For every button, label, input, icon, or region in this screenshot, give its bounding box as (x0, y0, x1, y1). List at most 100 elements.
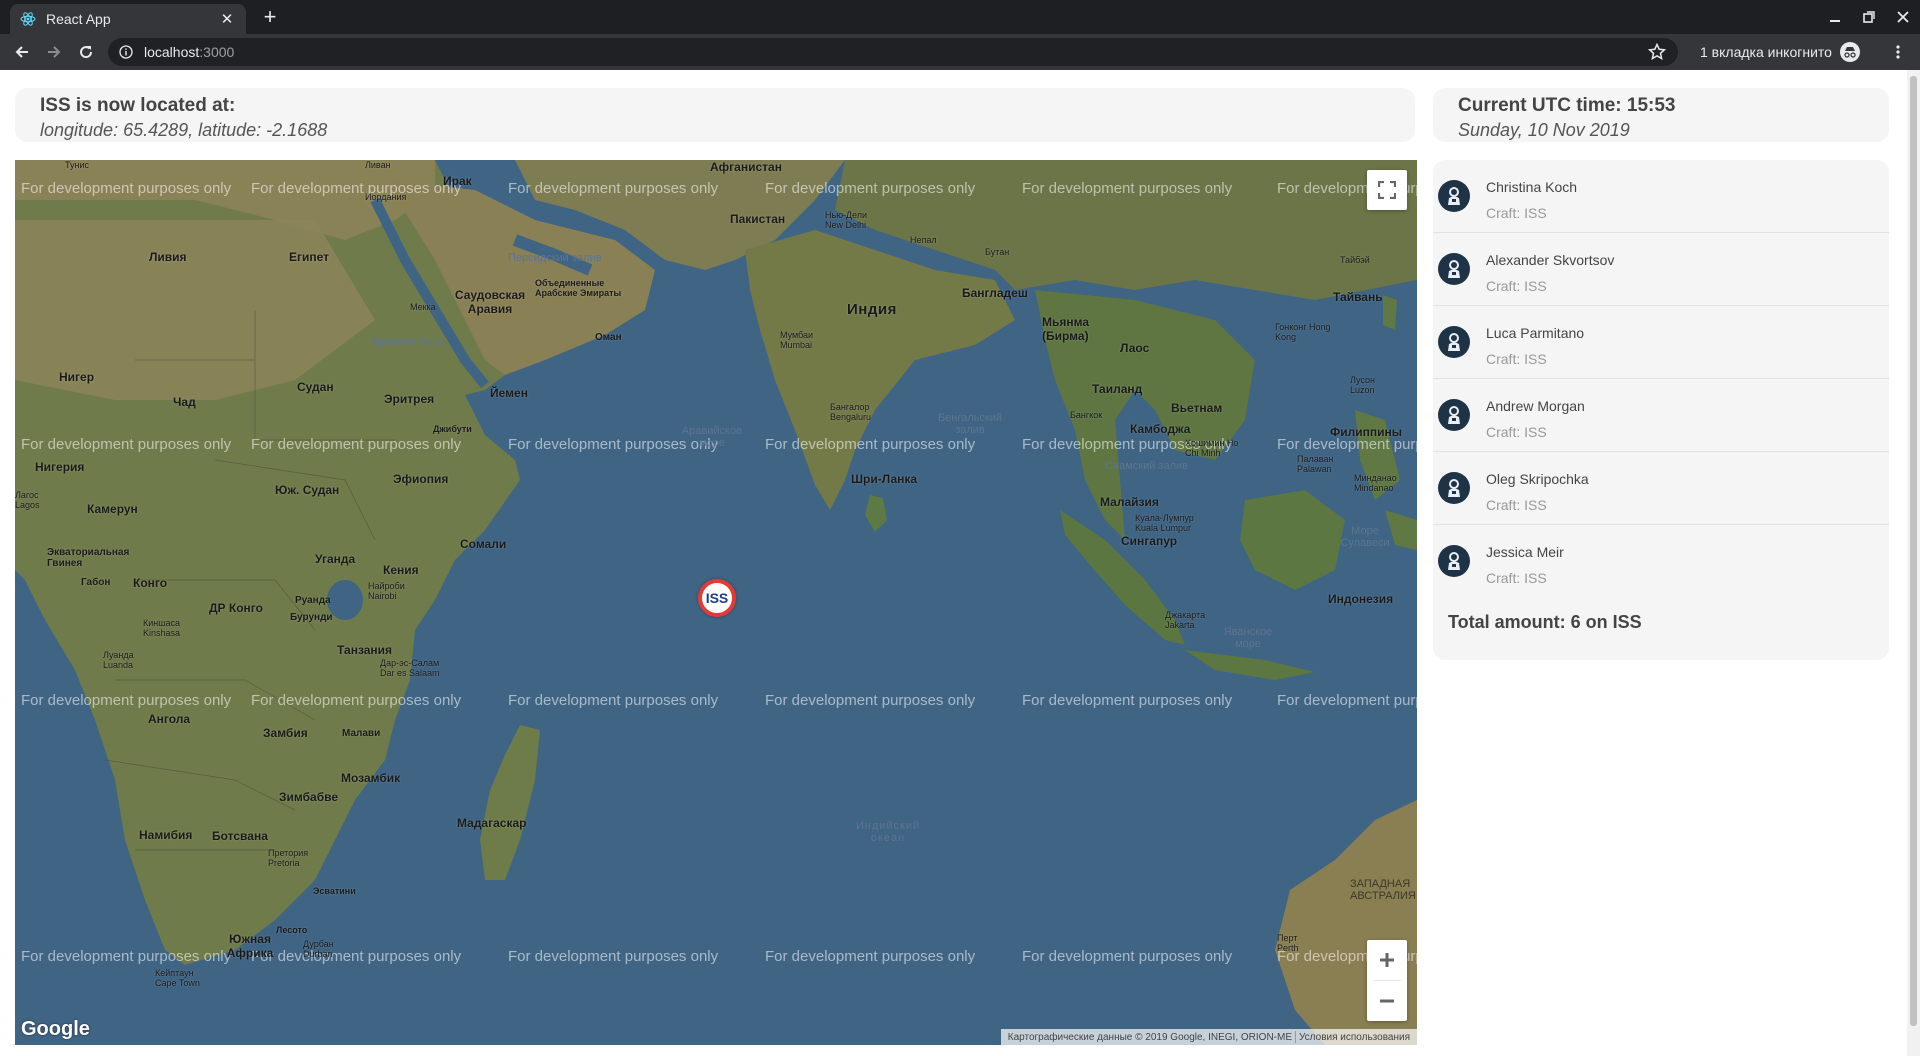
map-label: Камерун (87, 502, 138, 516)
map-label: Индийский океан (855, 820, 921, 844)
map-watermark: For development purposes only (765, 948, 976, 965)
map-label: Тунис (65, 160, 89, 170)
scrollbar-thumb[interactable] (1910, 76, 1917, 1026)
map-watermark: For development purposes only (765, 692, 976, 709)
map-label: Найроби Nairobi (368, 581, 405, 601)
astronaut-icon (1448, 479, 1460, 497)
map-label: Филиппины (1330, 425, 1402, 439)
zoom-out-button[interactable] (1367, 981, 1407, 1021)
map-label: Малави (342, 728, 381, 739)
map-label: Джибути (433, 424, 472, 434)
iss-coordinates: longitude: 65.4289, latitude: -2.1688 (40, 120, 328, 140)
map-label: Габон (81, 577, 111, 588)
bookmark-star-icon[interactable] (1647, 42, 1667, 61)
map-label: Руанда (295, 595, 331, 606)
browser-tab[interactable]: React App ✕ (10, 4, 246, 34)
map-label: Гонконг Hong Kong (1275, 322, 1331, 342)
map-label: Мумбаи Mumbai (780, 330, 814, 350)
minimize-icon[interactable] (1818, 0, 1852, 34)
incognito-indicator[interactable]: 1 вкладка инкогнито (1700, 38, 1860, 66)
map-label: Лагос Lagos (15, 490, 40, 510)
map-label: Куала-Лумпур Kuala Lumpur (1135, 513, 1194, 533)
astronaut-icon (1448, 406, 1460, 424)
map-label: Киншаса Kinshasa (143, 618, 181, 638)
more-menu-icon[interactable] (1888, 42, 1908, 62)
close-tab-icon[interactable]: ✕ (218, 10, 236, 28)
map-label: Эфиопия (393, 472, 449, 486)
map-label: Бенгальский залив (937, 412, 1003, 436)
new-tab-icon[interactable]: + (258, 4, 282, 29)
forward-icon[interactable] (40, 38, 68, 66)
google-logo[interactable]: Google (21, 1018, 90, 1041)
map-watermark: For development purposes only (765, 436, 976, 453)
astronaut-icon (1448, 552, 1460, 570)
crew-name: Jessica Meir (1486, 544, 1564, 560)
map-label: Мадагаскар (457, 816, 527, 830)
map-label: Саудовская Аравия (454, 288, 526, 316)
astronaut-avatar (1438, 545, 1470, 577)
iss-marker[interactable]: ISS (698, 579, 736, 617)
map-label: Лусон Luzon (1350, 375, 1375, 395)
map-label: Кейптаун Cape Town (155, 968, 200, 988)
google-map[interactable]: For development purposes only For develo… (15, 160, 1417, 1045)
map-label: Претория Pretoria (268, 848, 309, 868)
zoom-controls (1367, 940, 1407, 1021)
crew-list-item: Jessica Meir Craft: ISS (1433, 525, 1889, 598)
astronaut-avatar (1438, 399, 1470, 431)
crew-list-item: Christina Koch Craft: ISS (1433, 160, 1889, 233)
info-icon[interactable] (118, 44, 134, 60)
map-label: Конго (133, 576, 168, 590)
astronaut-avatar (1438, 180, 1470, 212)
map-watermark: For development purposes only (1277, 692, 1417, 709)
map-label: Ливан (365, 160, 391, 170)
map-watermark: For development purposes only (508, 180, 719, 197)
restore-icon[interactable] (1852, 0, 1886, 34)
map-label: Сомали (460, 537, 507, 551)
fullscreen-button[interactable] (1367, 170, 1407, 210)
attribution-text: Картографические данные © 2019 Google, I… (1007, 1031, 1292, 1043)
back-icon[interactable] (8, 38, 36, 66)
map-label: Ботсвана (212, 829, 268, 843)
map-label: Экваториальная Гвинея (47, 547, 130, 569)
map-label: Шри-Ланка (851, 472, 918, 486)
map-label: Кения (383, 563, 419, 577)
map-label: Юж. Судан (275, 483, 340, 497)
page-scrollbar[interactable] (1907, 70, 1920, 1056)
address-bar[interactable]: localhost:3000 (108, 38, 1678, 66)
reload-icon[interactable] (72, 38, 100, 66)
map-label: Пакистан (730, 212, 786, 226)
iss-location-heading: ISS is now located at: (40, 95, 236, 116)
map-watermark: For development purposes only (21, 692, 232, 709)
map-label: Сиамский залив (1105, 460, 1188, 472)
crew-name: Christina Koch (1486, 179, 1578, 195)
map-label: ЗАПАДНАЯ АВСТРАЛИЯ (1350, 878, 1416, 902)
map-label: Бурунди (290, 612, 333, 623)
terms-link[interactable]: Условия использования (1296, 1032, 1413, 1043)
crew-list-item: Andrew Morgan Craft: ISS (1433, 379, 1889, 452)
map-watermark: For development purposes only (508, 692, 719, 709)
page: ISS is now located at: longitude: 65.428… (0, 70, 1920, 1056)
crew-total: Total amount: 6 on ISS (1448, 612, 1642, 632)
map-label: Афганистан (710, 160, 782, 174)
map-label: Минданао Mindanao (1354, 473, 1397, 493)
map-label: Зимбабве (279, 790, 339, 804)
url-text: localhost:3000 (144, 44, 235, 60)
crew-name: Oleg Skripochka (1486, 471, 1589, 487)
map-label: Тайвань (1333, 290, 1383, 304)
close-window-icon[interactable] (1886, 0, 1920, 34)
map-label: Нигерия (35, 460, 85, 474)
browser-titlebar: React App ✕ + (0, 0, 1920, 34)
crew-name: Alexander Skvortsov (1486, 252, 1615, 268)
react-icon (20, 11, 36, 27)
map-watermark: For development purposes only (508, 948, 719, 965)
map-label: Бангладеш (962, 286, 1028, 300)
map-label: Эсватини (313, 886, 356, 896)
zoom-in-button[interactable] (1367, 940, 1407, 980)
map-label: Намибия (139, 828, 193, 842)
map-watermark: For development purposes only (1022, 692, 1233, 709)
crew-craft: Craft: ISS (1486, 205, 1547, 221)
plus-icon (1380, 953, 1394, 967)
map-label: Бангкок (1070, 410, 1103, 420)
astronaut-avatar (1438, 472, 1470, 504)
crew-name: Andrew Morgan (1486, 398, 1585, 414)
